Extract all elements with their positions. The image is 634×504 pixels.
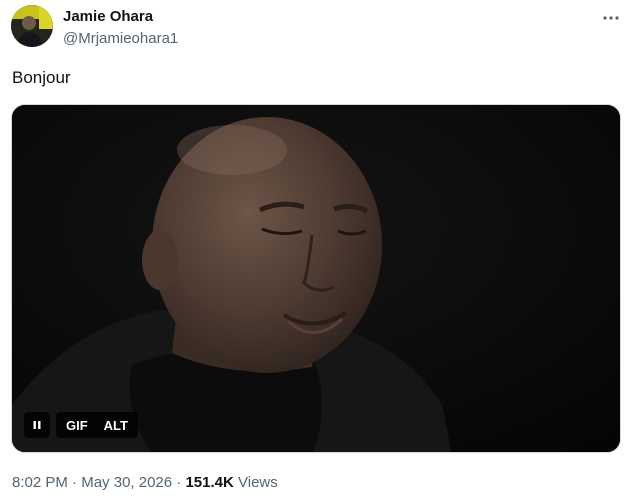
media-badges: GIF ALT xyxy=(24,412,138,438)
meta-separator: · xyxy=(176,474,182,491)
avatar-image xyxy=(11,5,53,47)
pause-icon xyxy=(33,421,41,429)
tweet-date[interactable]: May 30, 2026 xyxy=(81,474,172,491)
views-count: 151.4K xyxy=(185,474,234,491)
author-name[interactable]: Jamie Ohara xyxy=(63,8,153,25)
avatar[interactable] xyxy=(11,5,53,47)
tweet-meta: 8:02 PM · May 30, 2026 · 151.4K Views xyxy=(12,474,278,491)
author-handle[interactable]: @Mrjamieohara1 xyxy=(63,30,178,47)
tweet-time[interactable]: 8:02 PM xyxy=(12,474,68,491)
pause-button[interactable] xyxy=(24,412,50,438)
gif-media[interactable]: GIF ALT xyxy=(11,104,621,453)
meta-separator: · xyxy=(72,474,78,491)
gif-alt-badge[interactable]: GIF ALT xyxy=(56,412,138,438)
gif-frame xyxy=(12,105,620,452)
alt-label[interactable]: ALT xyxy=(104,418,128,433)
views-label: Views xyxy=(238,474,278,491)
more-options-icon[interactable] xyxy=(602,10,620,26)
gif-label: GIF xyxy=(66,417,88,433)
tweet-text: Bonjour xyxy=(12,68,71,87)
